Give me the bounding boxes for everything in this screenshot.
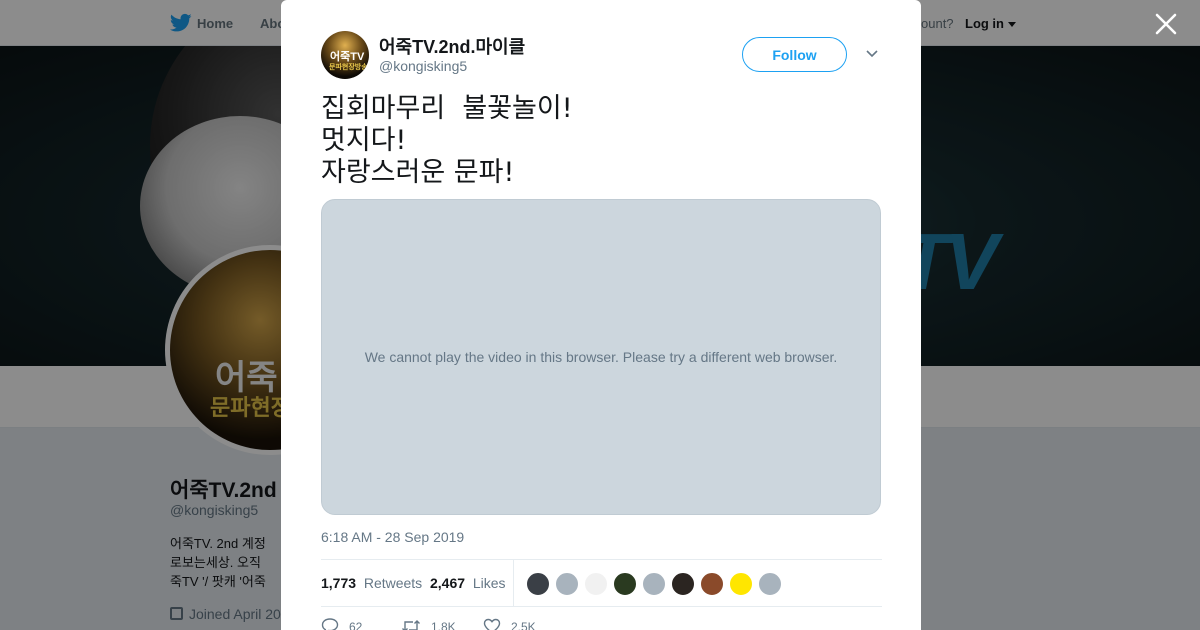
tweet-modal: 어죽TV 문파현장방송 어죽TV.2nd.마이클 @kongisking5 Fo…: [281, 0, 921, 630]
likes-count: 2,467: [430, 575, 466, 591]
retweet-action[interactable]: 1.8K: [401, 618, 456, 630]
close-icon[interactable]: [1153, 11, 1179, 37]
liker-avatar[interactable]: [758, 572, 782, 596]
like-action[interactable]: 2.5K: [483, 618, 536, 630]
liker-avatar[interactable]: [613, 572, 637, 596]
chevron-down-icon[interactable]: [865, 48, 879, 60]
tweet-video-player[interactable]: We cannot play the video in this browser…: [321, 199, 881, 515]
liker-avatar[interactable]: [555, 572, 579, 596]
retweets-label: Retweets: [363, 575, 423, 591]
liker-avatar[interactable]: [584, 572, 608, 596]
reply-count: 62: [349, 620, 363, 630]
liker-avatar[interactable]: [729, 572, 753, 596]
retweets-stat[interactable]: 1,773 Retweets: [321, 575, 422, 591]
tweet-avatar-text-bottom: 문파현장방송: [329, 64, 368, 71]
liker-avatar[interactable]: [526, 572, 550, 596]
stats-divider: [513, 560, 514, 606]
liker-avatar[interactable]: [700, 572, 724, 596]
likes-stat[interactable]: 2,467 Likes: [430, 575, 506, 591]
retweet-icon: [402, 620, 420, 630]
reply-icon: [321, 618, 339, 630]
like-count: 2.5K: [511, 620, 536, 630]
retweet-count: 1.8K: [431, 620, 456, 630]
liker-avatar[interactable]: [671, 572, 695, 596]
tweet-stats-bar: 1,773 Retweets 2,467 Likes: [321, 559, 882, 607]
likes-label: Likes: [472, 575, 506, 591]
tweet-actions: 62 1.8K 2.5K: [321, 618, 721, 630]
tweet-author-handle[interactable]: @kongisking5: [379, 58, 467, 74]
video-unsupported-message: We cannot play the video in this browser…: [364, 349, 838, 365]
tweet-timestamp[interactable]: 6:18 AM - 28 Sep 2019: [321, 529, 464, 545]
liker-avatar[interactable]: [642, 572, 666, 596]
heart-icon: [483, 618, 501, 630]
reply-action[interactable]: 62: [321, 618, 362, 630]
tweet-author-avatar[interactable]: 어죽TV 문파현장방송: [321, 31, 369, 79]
tweet-author-name[interactable]: 어죽TV.2nd.마이클: [379, 33, 525, 59]
follow-button[interactable]: Follow: [742, 37, 847, 72]
tweet-text: 집회마무리 불꽃놀이! 멋지다! 자랑스러운 문파!: [321, 93, 573, 188]
retweets-count: 1,773: [321, 575, 357, 591]
